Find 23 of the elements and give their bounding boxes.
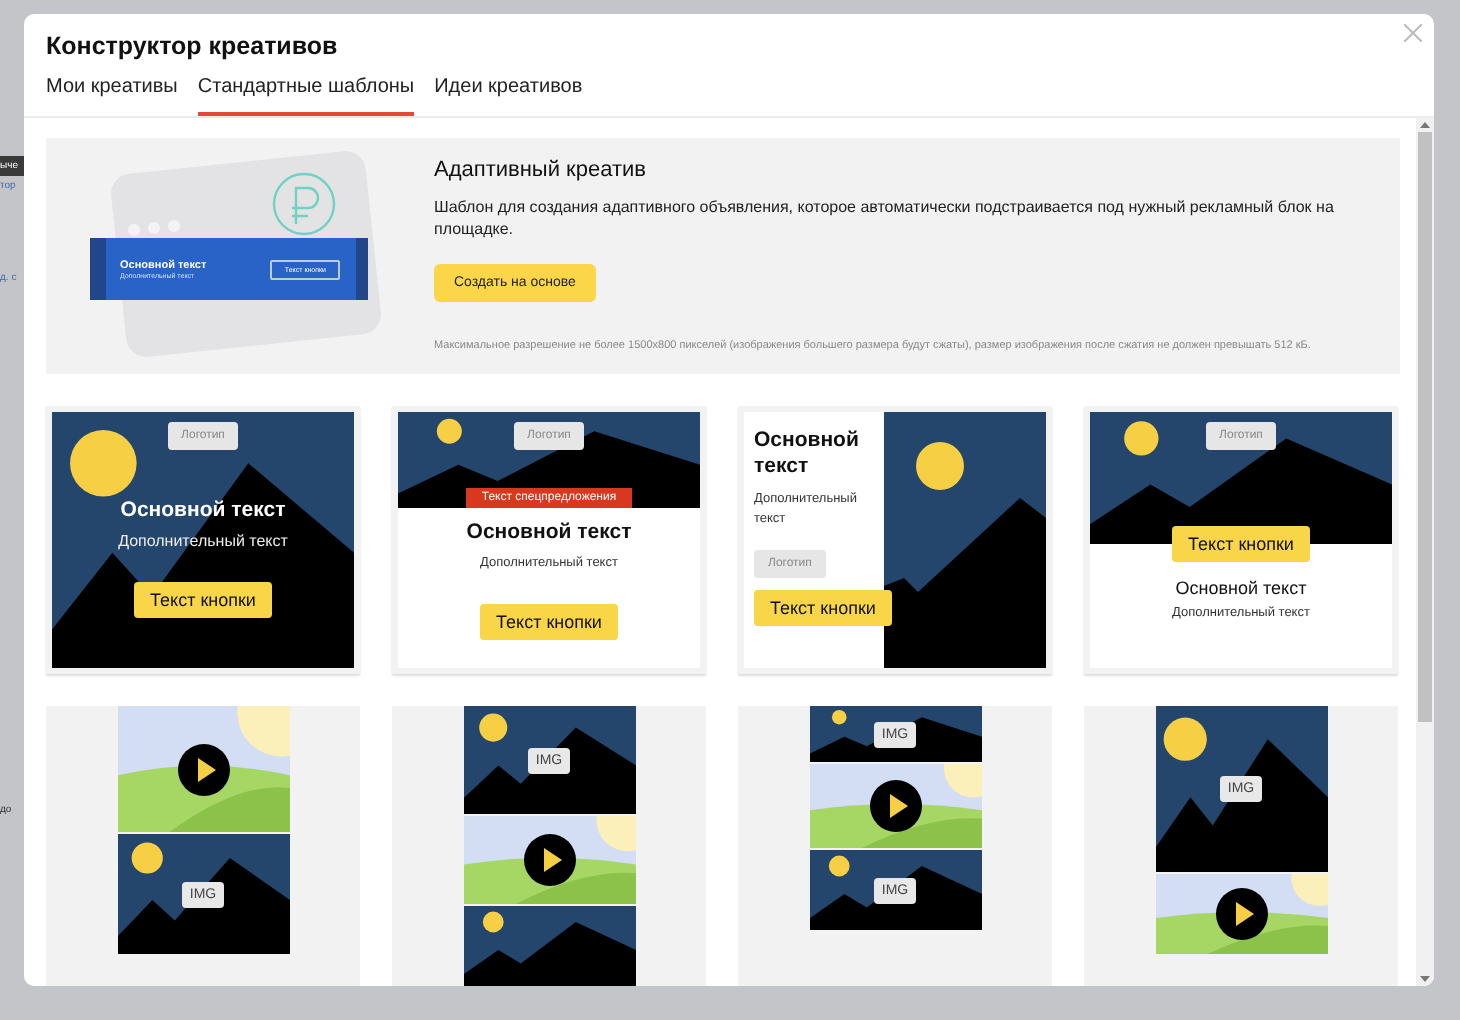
scroll-up-icon[interactable] [1420,122,1430,128]
ruble-icon [270,170,338,238]
cta-button: Текст кнопки [134,582,272,618]
play-icon [869,780,921,832]
tab[interactable]: Стандартные шаблоны [197,76,415,116]
main-text: Основной текст [120,498,286,522]
tab[interactable]: Мои креативы [46,76,178,116]
play-icon [1215,888,1267,940]
hero-title: Адаптивный креатив [434,158,648,182]
main-text: Основной текст [466,520,632,544]
hero-description: Шаблон для создания адаптивного объявления, которое автоматически подстраивается под нужный рекламный блок на площадке. [434,196,1336,240]
main-text: Основной текст [1175,578,1307,598]
play-icon [177,743,229,795]
scrollbar[interactable] [1416,118,1434,986]
main-text: Основной текст [754,428,861,480]
play-icon [523,834,575,886]
cta-button: Текст кнопки [1172,526,1310,562]
cta-button: Текст кнопки [754,590,892,626]
window-title: Конструктор креативов [46,32,340,60]
scroll-down-icon[interactable] [1420,976,1430,982]
secondary-text: Дополнительный текст [118,532,288,550]
cta-button: Текст кнопки [480,604,618,640]
tab[interactable]: Идеи креативов [434,76,583,116]
